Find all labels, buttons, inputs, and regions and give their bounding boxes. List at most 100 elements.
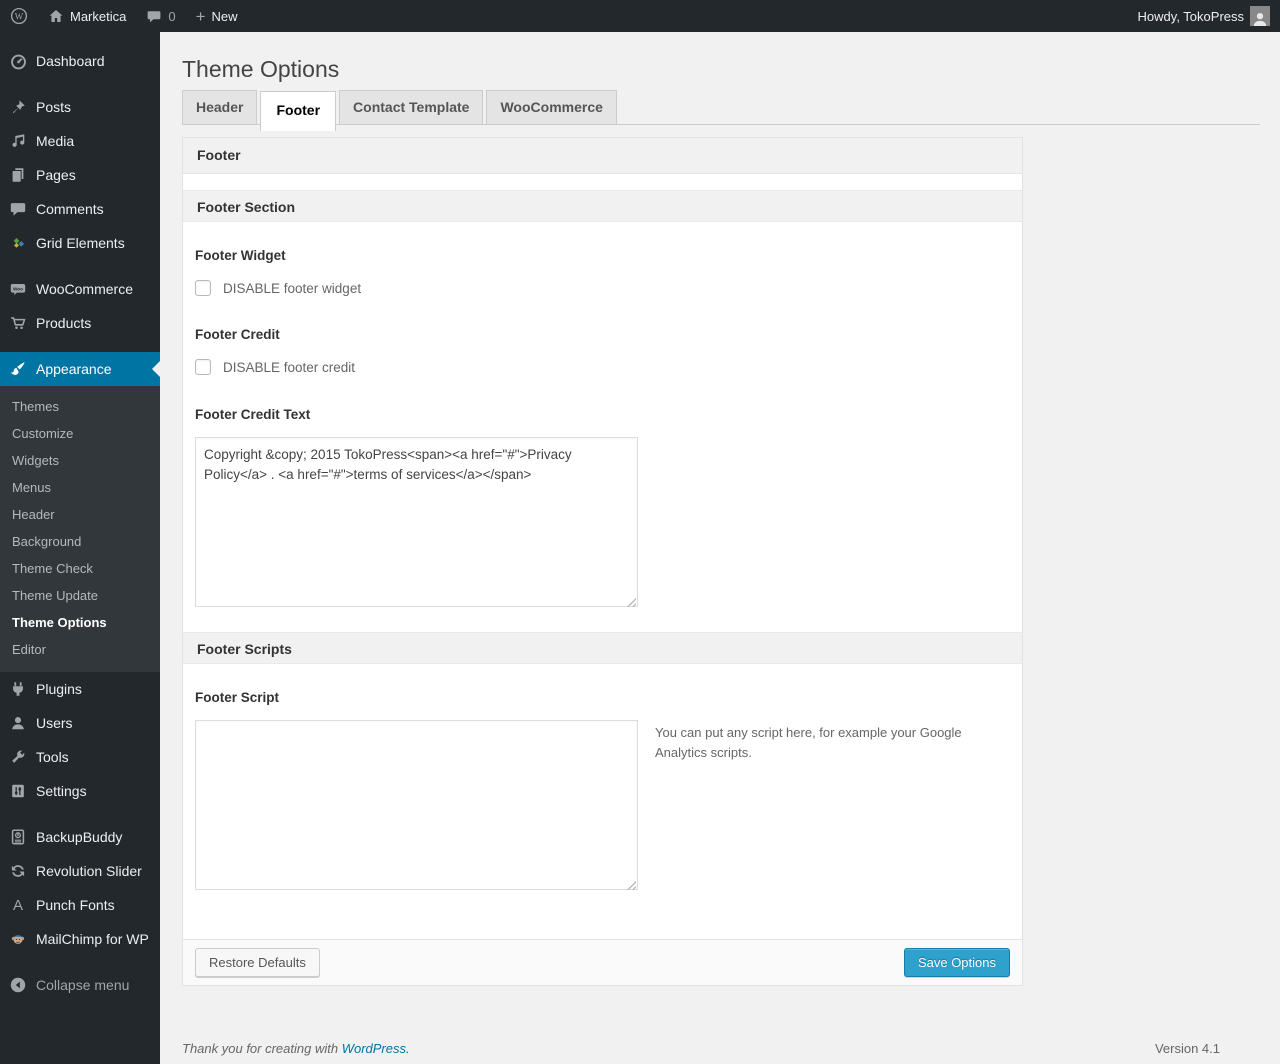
theme-options-panel: Footer Footer Section Footer Widget DISA… xyxy=(182,137,1023,986)
disable-footer-widget-label: DISABLE footer widget xyxy=(223,280,362,296)
tab-bar: Header Footer Contact Template WooCommer… xyxy=(182,87,1260,131)
music-notes-icon xyxy=(0,132,36,150)
disable-footer-credit-checkbox[interactable] xyxy=(195,359,211,375)
wrench-icon xyxy=(0,748,36,766)
collapse-menu-label: Collapse menu xyxy=(36,977,130,993)
submenu-item-theme-check[interactable]: Theme Check xyxy=(0,555,160,582)
disable-footer-widget-row: DISABLE footer widget xyxy=(195,280,1008,296)
submenu-item-theme-update[interactable]: Theme Update xyxy=(0,582,160,609)
comment-bubble-icon xyxy=(146,8,162,24)
footer-credit-label: Footer Credit xyxy=(195,327,280,342)
site-name-label: Marketica xyxy=(70,8,127,24)
footer-script-helper-text: You can put any script here, for example… xyxy=(655,725,962,761)
footer-widget-label: Footer Widget xyxy=(195,248,286,263)
admin-bar-right: Howdy, TokoPress xyxy=(1128,0,1280,32)
home-icon xyxy=(48,8,64,24)
menu-separator xyxy=(0,808,160,820)
sidebar-item-dashboard[interactable]: Dashboard xyxy=(0,44,160,78)
tab-header[interactable]: Header xyxy=(182,89,258,124)
sidebar-item-mailchimp[interactable]: MailChimp for WP xyxy=(0,922,160,956)
submenu-item-customize[interactable]: Customize xyxy=(0,420,160,447)
disable-footer-widget-checkbox[interactable] xyxy=(195,280,211,296)
footer-credit-text-label: Footer Credit Text xyxy=(195,407,311,422)
comments-bubble-item[interactable]: 0 xyxy=(136,0,185,32)
sidebar-item-users[interactable]: Users xyxy=(0,706,160,740)
sidebar-item-settings[interactable]: Settings xyxy=(0,774,160,808)
page-title: Theme Options xyxy=(182,56,340,82)
sidebar-label: BackupBuddy xyxy=(36,829,123,845)
new-label: New xyxy=(211,8,238,24)
sidebar-label: Dashboard xyxy=(36,53,105,69)
submenu-item-theme-options[interactable]: Theme Options xyxy=(0,609,160,636)
comment-icon xyxy=(0,200,36,218)
tab-contact-template[interactable]: Contact Template xyxy=(339,89,484,124)
collapse-arrow-icon xyxy=(0,976,36,994)
footer-script-row: You can put any script here, for example… xyxy=(195,720,1008,893)
wordpress-link[interactable]: WordPress. xyxy=(342,1041,410,1056)
site-name-item[interactable]: Marketica xyxy=(38,0,136,32)
submenu-item-background[interactable]: Background xyxy=(0,528,160,555)
section-heading-footer-scripts: Footer Scripts xyxy=(183,632,1022,664)
admin-bar: W Marketica 0 + New Howdy, TokoPress xyxy=(0,0,1280,32)
dashboard-icon xyxy=(0,52,36,71)
submenu-item-menus[interactable]: Menus xyxy=(0,474,160,501)
sidebar-label: MailChimp for WP xyxy=(36,931,149,947)
sidebar-item-backupbuddy[interactable]: BackupBuddy xyxy=(0,820,160,854)
sidebar-item-plugins[interactable]: Plugins xyxy=(0,672,160,706)
submenu-item-themes[interactable]: Themes xyxy=(0,393,160,420)
pushpin-icon xyxy=(0,98,36,116)
footer-section-body: Footer Widget DISABLE footer widget Foot… xyxy=(183,222,1022,632)
footer-credit-textarea-wrap: Copyright &copy; 2015 TokoPress<span><a … xyxy=(195,437,638,610)
sidebar-label: Appearance xyxy=(36,361,112,377)
sidebar-item-pages[interactable]: Pages xyxy=(0,158,160,192)
main-content: Theme Options Header Footer Contact Temp… xyxy=(160,32,1280,1064)
sidebar-label: Revolution Slider xyxy=(36,863,142,879)
footer-script-textarea-wrap xyxy=(195,720,638,893)
plugin-icon xyxy=(0,680,36,698)
refresh-cycle-icon xyxy=(0,862,36,880)
sidebar-item-revolution-slider[interactable]: Revolution Slider xyxy=(0,854,160,888)
sidebar-label: WooCommerce xyxy=(36,281,133,297)
footer-scripts-body: Footer Script You can put any script her… xyxy=(183,664,1022,939)
new-content-item[interactable]: + New xyxy=(186,0,248,32)
restore-defaults-button[interactable]: Restore Defaults xyxy=(195,947,320,978)
sidebar-item-media[interactable]: Media xyxy=(0,124,160,158)
sidebar-item-posts[interactable]: Posts xyxy=(0,90,160,124)
panel-footer-bar: Restore Defaults Save Options xyxy=(183,939,1022,985)
save-options-button[interactable]: Save Options xyxy=(903,947,1010,978)
footer-credit-textarea[interactable]: Copyright &copy; 2015 TokoPress<span><a … xyxy=(195,437,638,607)
sidebar-label: Users xyxy=(36,715,73,731)
collapse-menu-button[interactable]: Collapse menu xyxy=(0,968,160,1002)
menu-separator xyxy=(0,78,160,90)
sidebar-item-appearance[interactable]: Appearance xyxy=(0,352,160,386)
wordpress-menu-item[interactable]: W xyxy=(0,0,38,32)
comment-count: 0 xyxy=(168,8,176,24)
pages-icon xyxy=(0,166,36,184)
grid-elements-icon xyxy=(0,234,36,252)
submenu-item-editor[interactable]: Editor xyxy=(0,636,160,663)
sidebar-item-comments[interactable]: Comments xyxy=(0,192,160,226)
menu-separator xyxy=(0,260,160,272)
sidebar-label: Pages xyxy=(36,167,76,183)
sidebar-item-grid-elements[interactable]: Grid Elements xyxy=(0,226,160,260)
monkey-icon xyxy=(0,930,36,948)
my-account-item[interactable]: Howdy, TokoPress xyxy=(1128,0,1280,32)
cart-icon xyxy=(0,314,36,332)
footer-script-textarea[interactable] xyxy=(195,720,638,890)
sidebar-item-woocommerce[interactable]: Woo WooCommerce xyxy=(0,272,160,306)
sidebar-item-products[interactable]: Products xyxy=(0,306,160,340)
submenu-item-widgets[interactable]: Widgets xyxy=(0,447,160,474)
sidebar-item-punch-fonts[interactable]: A Punch Fonts xyxy=(0,888,160,922)
sidebar-label: Settings xyxy=(36,783,87,799)
svg-text:Woo: Woo xyxy=(13,286,23,291)
menu-separator xyxy=(0,340,160,352)
svg-text:W: W xyxy=(15,11,24,21)
submenu-item-header[interactable]: Header xyxy=(0,501,160,528)
thank-you-text: Thank you for creating with WordPress. xyxy=(182,1041,410,1056)
tab-woocommerce[interactable]: WooCommerce xyxy=(486,89,617,124)
plus-icon: + xyxy=(195,6,206,26)
howdy-label: Howdy, TokoPress xyxy=(1137,8,1244,24)
tab-footer[interactable]: Footer xyxy=(260,90,337,131)
group-heading-footer: Footer xyxy=(183,138,1022,174)
sidebar-item-tools[interactable]: Tools xyxy=(0,740,160,774)
